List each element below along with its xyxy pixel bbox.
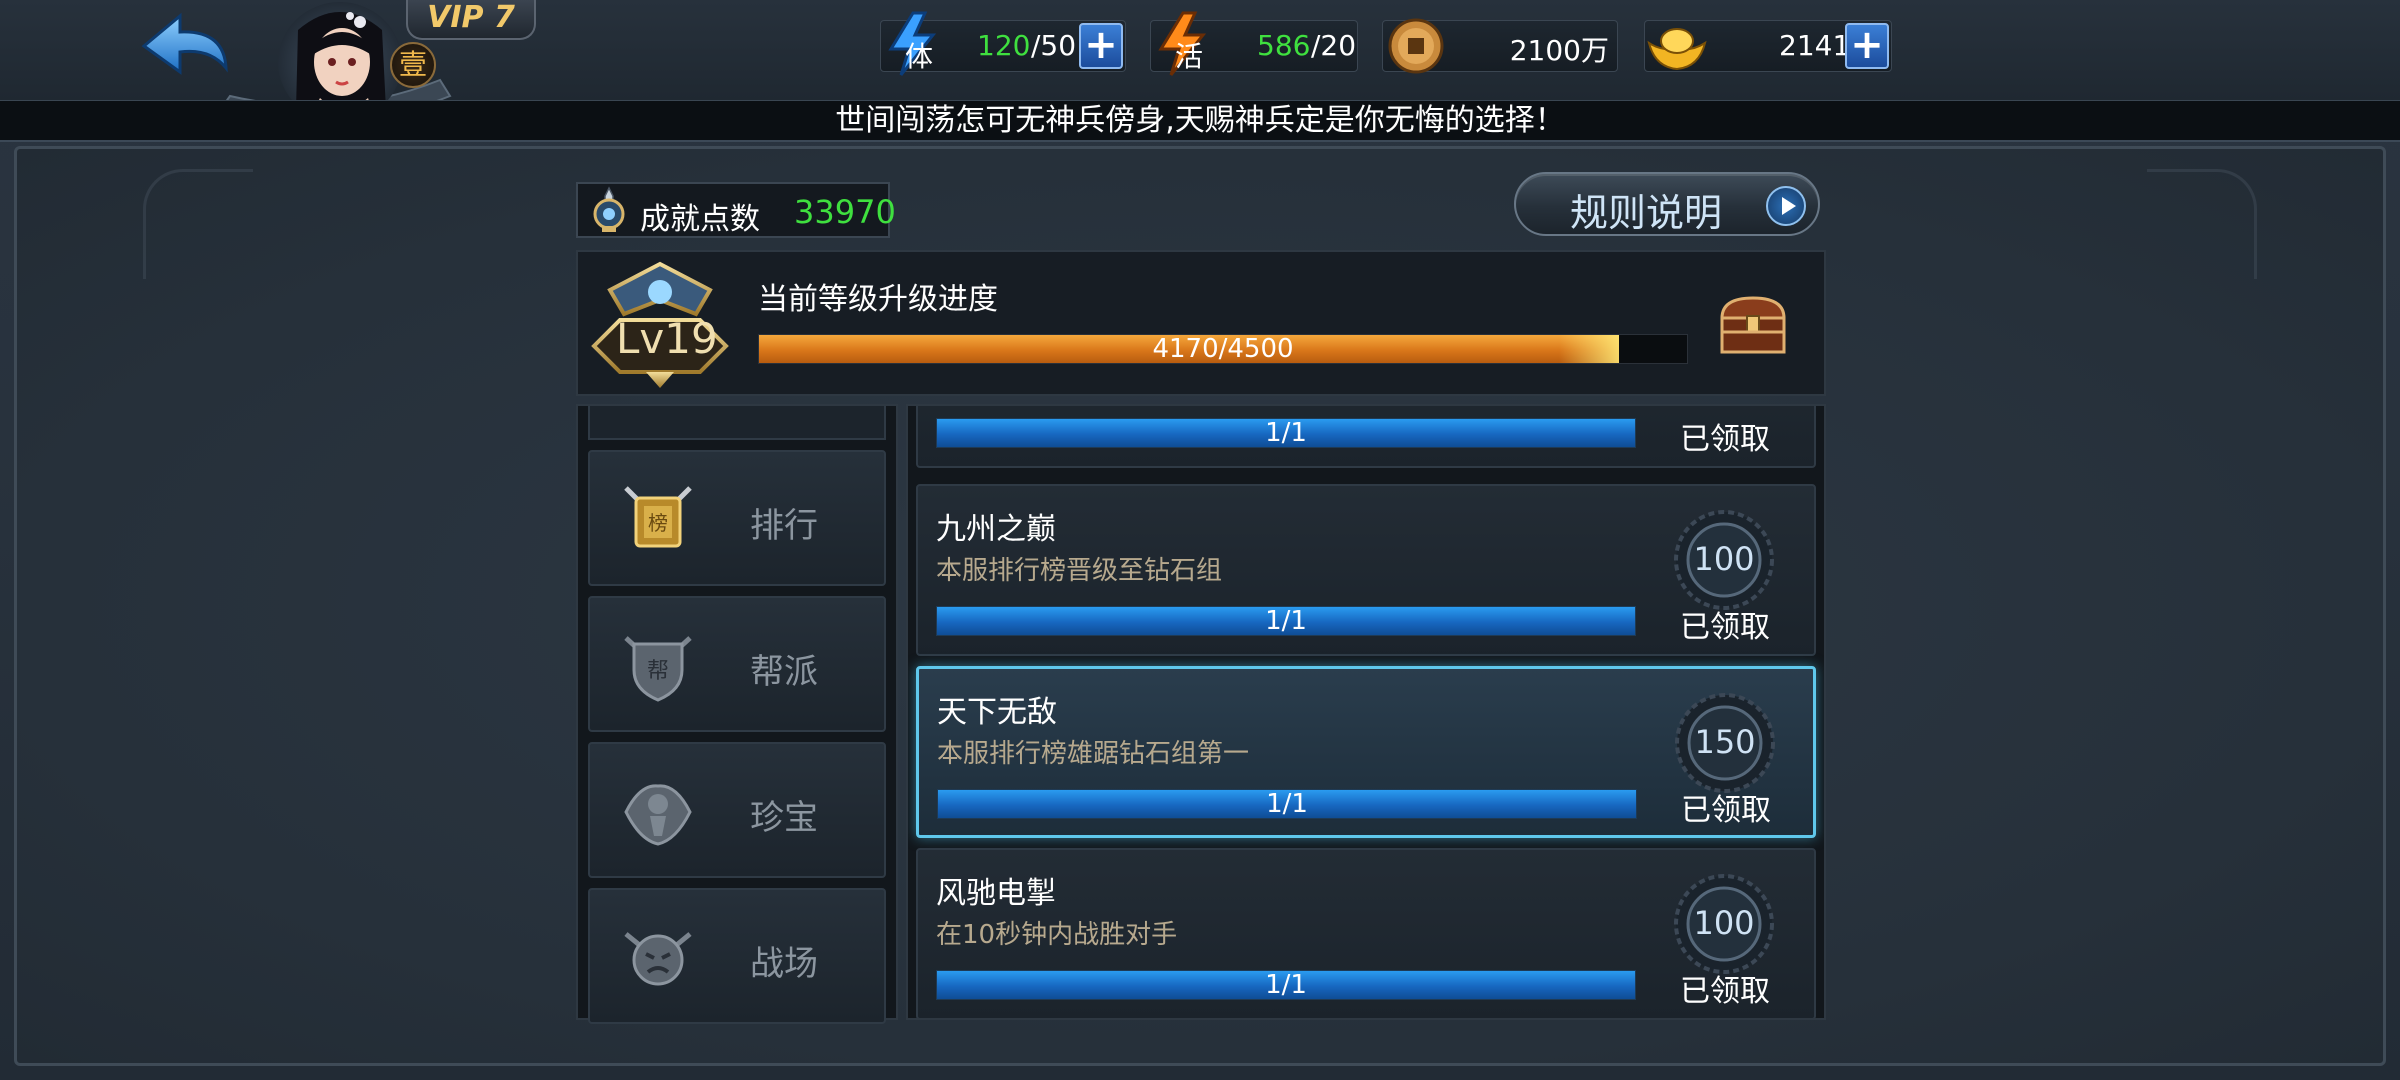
treasure-amulet-icon: [620, 774, 696, 850]
claimed-status: 已领取: [1680, 974, 1770, 1009]
tab-guild[interactable]: 帮 帮派: [588, 596, 886, 732]
achievement-progress-text: 1/1: [1266, 789, 1308, 819]
rules-button[interactable]: 规则说明: [1514, 172, 1820, 236]
frame-ornament: [2147, 169, 2257, 279]
achievement-progress-text: 1/1: [1265, 418, 1307, 448]
rules-button-label: 规则说明: [1570, 191, 1723, 235]
claimed-status: 已领取: [1680, 610, 1770, 645]
stamina-max: /50: [1031, 29, 1077, 62]
achievement-title: 天下无敌: [937, 695, 1057, 730]
achievement-description: 在10秒钟内战胜对手: [936, 920, 1178, 950]
points-value: 33970: [794, 193, 896, 231]
gold-add-button[interactable]: +: [1845, 23, 1889, 69]
achievement-item[interactable]: 1/1 已领取: [916, 406, 1816, 468]
claimed-status: 已领取: [1681, 793, 1771, 828]
treasure-chest-icon[interactable]: [1716, 292, 1790, 358]
stamina-add-button[interactable]: +: [1079, 23, 1123, 69]
achievement-title: 风驰电掣: [936, 876, 1056, 911]
achievement-progress-bar: 1/1: [937, 789, 1637, 819]
svg-text:帮: 帮: [647, 659, 669, 684]
tab-partial: [588, 406, 886, 440]
coins-resource: 2100万: [1382, 18, 1618, 74]
vitality-icon-char: 活: [1175, 40, 1204, 73]
svg-text:榜: 榜: [648, 511, 668, 535]
achievement-item[interactable]: 风驰电掣 在10秒钟内战胜对手 1/1 100 已领取: [916, 848, 1816, 1018]
achievement-points: 成就点数 33970: [576, 182, 896, 240]
tab-label: 排行: [750, 506, 818, 546]
vitality-current: 586: [1257, 29, 1311, 62]
vitality-resource: 活 586 /20: [1150, 11, 1358, 76]
copper-coin-icon: [1387, 17, 1445, 79]
tab-label: 帮派: [750, 652, 818, 692]
reward-points: 100: [1693, 540, 1755, 578]
gold-ingot-icon: [1645, 19, 1709, 79]
reward-points: 100: [1693, 904, 1755, 942]
rank-badge: 壹: [390, 42, 436, 88]
achievement-description: 本服排行榜雄踞钻石组第一: [937, 739, 1250, 769]
tab-label: 战场: [750, 944, 818, 984]
frame-ornament: [143, 169, 253, 279]
reward-points: 150: [1694, 723, 1756, 761]
guild-shield-icon: 帮: [620, 628, 696, 704]
achievement-description: 本服排行榜晋级至钻石组: [936, 556, 1223, 586]
stamina-resource: 体 120 /50 +: [880, 11, 1126, 76]
gold-resource: 2141 +: [1644, 20, 1892, 72]
achievement-list[interactable]: 1/1 已领取 九州之巅 本服排行榜晋级至钻石组 1/1 100 已领取 天下无…: [906, 404, 1826, 1020]
achievement-item[interactable]: 天下无敌 本服排行榜雄踞钻石组第一 1/1 150 已领取: [916, 666, 1816, 838]
level-progress-bar: 4170/4500: [758, 334, 1688, 364]
tab-label: 珍宝: [750, 798, 818, 838]
gold-value: 2141: [1779, 29, 1851, 62]
announcement-ticker: 世间闯荡怎可无神兵傍身,天赐神兵定是你无悔的选择！: [0, 100, 2400, 142]
achievement-progress-text: 1/1: [1265, 970, 1307, 1000]
stamina-icon-char: 体: [905, 40, 934, 73]
achievement-progress-bar: 1/1: [936, 418, 1636, 448]
vip-badge[interactable]: VIP 7: [406, 0, 536, 40]
achievement-title: 九州之巅: [936, 512, 1056, 547]
ranking-board-icon: 榜: [620, 482, 696, 558]
trophy-sword-icon: [584, 186, 634, 240]
achievement-progress-text: 1/1: [1265, 606, 1307, 636]
play-arrow-icon: [1766, 186, 1806, 226]
tab-battlefield[interactable]: 战场: [588, 888, 886, 1024]
level-label: Lv19: [616, 314, 718, 363]
claimed-status: 已领取: [1680, 422, 1770, 457]
achievement-item[interactable]: 九州之巅 本服排行榜晋级至钻石组 1/1 100 已领取: [916, 484, 1816, 656]
stamina-current: 120: [977, 29, 1031, 62]
tab-ranking[interactable]: 榜 排行: [588, 450, 886, 586]
vitality-max: /20: [1311, 29, 1357, 62]
tab-treasure[interactable]: 珍宝: [588, 742, 886, 878]
level-panel: Lv19 当前等级升级进度 4170/4500: [576, 250, 1826, 396]
battlefield-beast-icon: [620, 920, 696, 996]
points-label: 成就点数: [640, 202, 760, 237]
category-tabs: 榜 排行 帮 帮派 珍宝 战场: [576, 404, 898, 1024]
level-progress-text: 4170/4500: [1152, 334, 1294, 364]
achievement-progress-bar: 1/1: [936, 970, 1636, 1000]
level-progress-title: 当前等级升级进度: [758, 282, 998, 317]
coins-value: 2100万: [1509, 34, 1609, 67]
achievement-progress-bar: 1/1: [936, 606, 1636, 636]
